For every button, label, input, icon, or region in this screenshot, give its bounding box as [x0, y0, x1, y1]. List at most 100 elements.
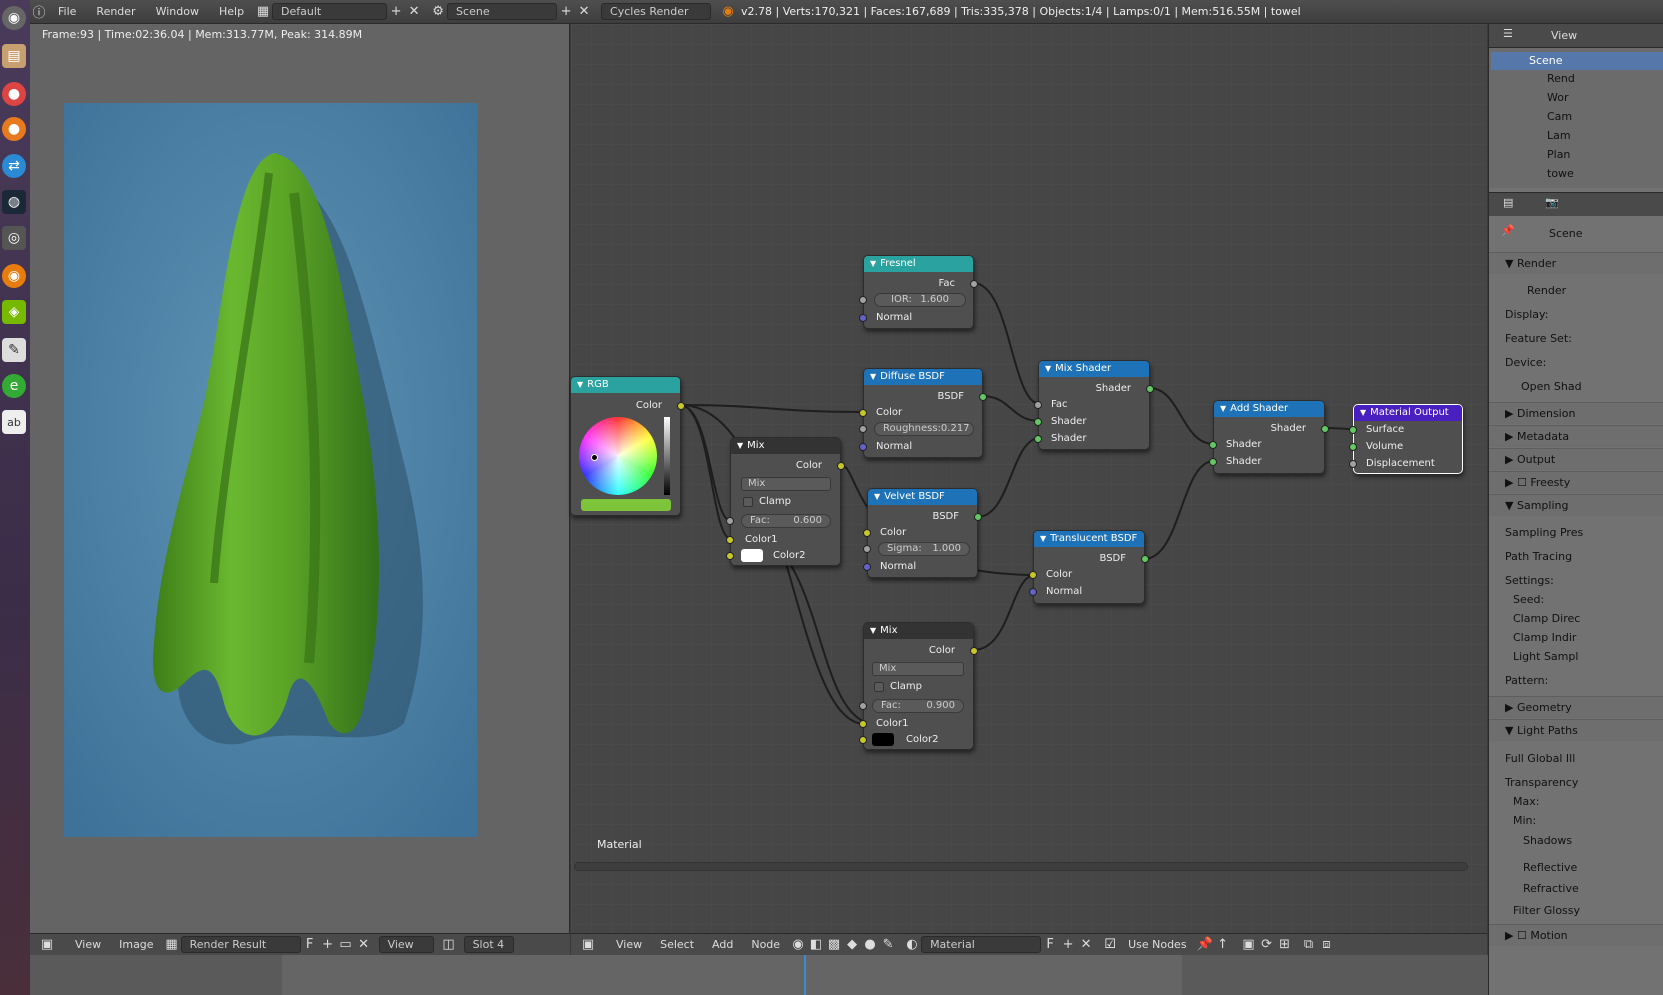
- sampling-presets[interactable]: Sampling Pres: [1489, 522, 1663, 544]
- node-mix-shader[interactable]: ▼ Mix Shader Shader Fac Shader Shader: [1034, 360, 1154, 450]
- panel-freestyle[interactable]: ▶ ☐ Freesty: [1489, 471, 1663, 493]
- slot-select[interactable]: Slot 4: [463, 936, 514, 953]
- open-image-icon[interactable]: ▭: [337, 936, 355, 954]
- color2-swatch[interactable]: [741, 549, 763, 562]
- pin-icon[interactable]: 📌: [1501, 224, 1515, 237]
- socket-displacement-in[interactable]: [1349, 460, 1357, 468]
- reflective-checkbox[interactable]: Reflective: [1489, 857, 1663, 879]
- scene-field[interactable]: Scene: [447, 3, 558, 20]
- socket-bsdf-out[interactable]: [974, 513, 982, 521]
- linestyle-icon[interactable]: ✎: [879, 936, 897, 954]
- socket-shader2-in[interactable]: [1034, 435, 1042, 443]
- editor-type-icon[interactable]: ▣: [579, 936, 597, 954]
- material-browse-icon[interactable]: ◐: [903, 936, 921, 954]
- render-tab-icon[interactable]: 📷: [1545, 196, 1559, 209]
- object-shader-icon[interactable]: ◆: [843, 936, 861, 954]
- socket-color-in[interactable]: [863, 529, 871, 537]
- socket-sigma-in[interactable]: [863, 545, 871, 553]
- light-sampling-field[interactable]: Light Sampl: [1489, 646, 1663, 668]
- open-shading-checkbox[interactable]: Open Shad: [1489, 376, 1663, 398]
- close-image-icon[interactable]: ✕: [355, 936, 373, 954]
- socket-volume-in[interactable]: [1349, 443, 1357, 451]
- socket-fac-in[interactable]: [859, 702, 867, 710]
- add-image-icon[interactable]: +: [319, 936, 337, 954]
- engine-select[interactable]: Cycles Render: [601, 3, 712, 20]
- panel-light-paths[interactable]: ▼ Light Paths: [1489, 719, 1663, 741]
- properties-icon[interactable]: ▤: [1503, 196, 1513, 209]
- socket-bsdf-out[interactable]: [979, 393, 987, 401]
- snap-mode-icon[interactable]: ⊞: [1276, 936, 1294, 954]
- menu-help[interactable]: Help: [209, 5, 254, 18]
- socket-surface-in[interactable]: [1349, 426, 1357, 434]
- outliner-item-camera[interactable]: Cam: [1547, 110, 1572, 123]
- socket-shader1-in[interactable]: [1034, 418, 1042, 426]
- sigma-slider[interactable]: Sigma: 1.000: [878, 542, 970, 556]
- texture-nodes-icon[interactable]: ▩: [825, 936, 843, 954]
- full-global-preset[interactable]: Full Global Ill: [1489, 748, 1663, 770]
- layout-field[interactable]: Default: [272, 3, 388, 20]
- f-toggle[interactable]: F: [301, 936, 319, 954]
- files-icon[interactable]: ▤: [2, 44, 26, 68]
- pin-icon[interactable]: 📌: [1196, 936, 1214, 954]
- compositing-nodes-icon[interactable]: ◧: [807, 936, 825, 954]
- scene-icon[interactable]: ⚙: [429, 3, 447, 21]
- image-browse-icon[interactable]: ▦: [163, 936, 181, 954]
- render-button[interactable]: Render: [1489, 280, 1663, 302]
- socket-color-in[interactable]: [859, 409, 867, 417]
- outliner-item-plane[interactable]: Plan: [1547, 148, 1570, 161]
- info-icon[interactable]: ⓘ: [30, 3, 48, 21]
- timeline[interactable]: [30, 955, 1488, 995]
- add-material-icon[interactable]: +: [1059, 936, 1077, 954]
- panel-motion[interactable]: ▶ ☐ Motion: [1489, 924, 1663, 946]
- node-diffuse-bsdf[interactable]: ▼ Diffuse BSDF BSDF Color Roughness:0.217…: [859, 368, 987, 458]
- image-menu[interactable]: Image: [110, 938, 162, 951]
- close-scene-icon[interactable]: ✕: [575, 3, 593, 21]
- horizontal-scrollbar[interactable]: [574, 862, 1468, 871]
- node-fresnel[interactable]: ▼ Fresnel Fac IOR: 1.600 Normal: [859, 255, 978, 329]
- panel-dimensions[interactable]: ▶ Dimension: [1489, 402, 1663, 424]
- panel-metadata[interactable]: ▶ Metadata: [1489, 425, 1663, 447]
- blend-mode-select[interactable]: Mix: [872, 662, 964, 676]
- node-mix-2[interactable]: ▼ Mix Color Mix Clamp Fac: 0.900 Color1 Co…: [859, 622, 978, 750]
- node-mix-1[interactable]: ▼ Mix Color Mix Clamp Fac: 0.600 Color1 Co…: [726, 437, 845, 566]
- backdrop-icon[interactable]: ▣: [1240, 936, 1258, 954]
- socket-color-out[interactable]: [677, 402, 685, 410]
- socket-color-in[interactable]: [1029, 571, 1037, 579]
- teamviewer-icon[interactable]: ⇄: [2, 154, 26, 178]
- socket-color-out[interactable]: [970, 647, 978, 655]
- view-menu[interactable]: View: [607, 938, 651, 951]
- socket-normal-in[interactable]: [863, 563, 871, 571]
- outliner-item-towel[interactable]: towe: [1547, 167, 1574, 180]
- shadows-checkbox[interactable]: Shadows: [1489, 830, 1663, 852]
- fac-slider[interactable]: Fac: 0.600: [741, 514, 831, 528]
- node-menu[interactable]: Node: [742, 938, 789, 951]
- node-translucent-bsdf[interactable]: ▼ Translucent BSDF BSDF Color Normal: [1029, 530, 1149, 604]
- add-icon[interactable]: +: [387, 3, 405, 21]
- socket-fac-in[interactable]: [1034, 401, 1042, 409]
- clamp-checkbox[interactable]: [743, 497, 753, 507]
- camera-icon[interactable]: ◎: [2, 226, 26, 250]
- layout-icon[interactable]: ▦: [254, 3, 272, 21]
- node-material-output[interactable]: ▼ Material Output Surface Volume Displace…: [1349, 404, 1463, 474]
- transparency-min[interactable]: Min:: [1489, 810, 1663, 832]
- copy-icon[interactable]: ⧉: [1300, 936, 1318, 954]
- socket-fac-in[interactable]: [726, 517, 734, 525]
- path-tracing-select[interactable]: Path Tracing: [1489, 546, 1663, 568]
- socket-ior-in[interactable]: [859, 296, 867, 304]
- socket-normal-in[interactable]: [859, 443, 867, 451]
- ubuntu-icon[interactable]: ◉: [2, 6, 26, 30]
- image-name-field[interactable]: Render Result: [180, 936, 301, 953]
- firefox-icon[interactable]: ●: [2, 117, 26, 141]
- shader-nodes-icon[interactable]: ◉: [789, 936, 807, 954]
- outliner-view-menu[interactable]: View: [1551, 29, 1577, 42]
- menu-window[interactable]: Window: [146, 5, 209, 18]
- world-shader-icon[interactable]: ●: [861, 936, 879, 954]
- socket-fac-out[interactable]: [970, 280, 978, 288]
- text-editor-icon[interactable]: ✎: [2, 338, 26, 362]
- socket-color-out[interactable]: [837, 462, 845, 470]
- dictionary-icon[interactable]: ab: [2, 410, 26, 434]
- add-scene-icon[interactable]: +: [557, 3, 575, 21]
- color-wheel[interactable]: [579, 417, 657, 495]
- outliner-item-scene[interactable]: Scene: [1491, 52, 1663, 70]
- socket-normal-in[interactable]: [859, 314, 867, 322]
